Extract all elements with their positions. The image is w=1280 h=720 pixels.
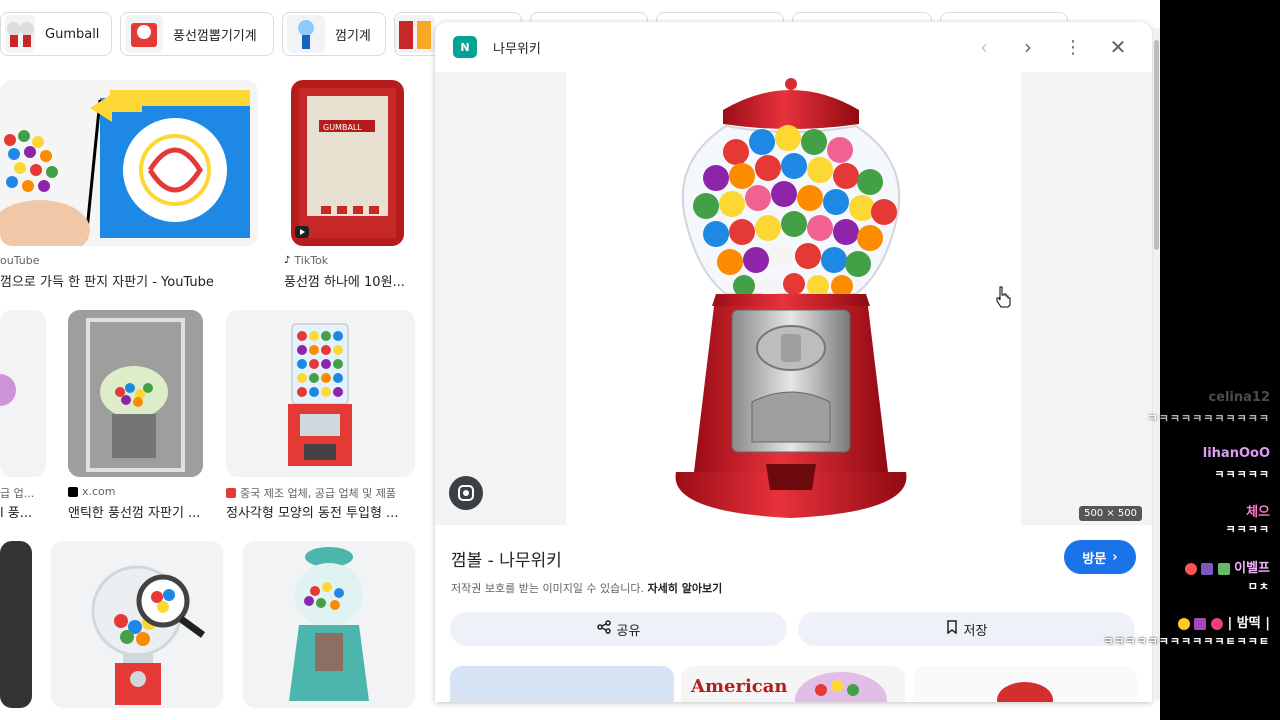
- bookmark-icon: [946, 620, 958, 638]
- result-image-tiktok-machine[interactable]: GUMBALL: [291, 80, 404, 246]
- scrollbar[interactable]: [1153, 28, 1160, 700]
- x-logo-icon: [68, 486, 78, 497]
- result-title[interactable]: l 풍...: [0, 502, 32, 521]
- result-image-cardboard-machine[interactable]: [0, 80, 258, 246]
- learn-more-link[interactable]: 자세히 알아보기: [648, 582, 723, 595]
- result-source: 급 업...: [0, 487, 35, 500]
- hand-pointer-cursor: [996, 286, 1011, 308]
- share-button[interactable]: 공유: [450, 612, 787, 646]
- chip-thumbnail: [395, 15, 435, 53]
- chat-message: ㅁㅊ: [1247, 580, 1270, 593]
- chip-label: 풍선껌뽑기기계: [173, 28, 257, 44]
- svg-text:GUMBALL: GUMBALL: [323, 123, 362, 132]
- result-source: ouTube: [0, 254, 40, 267]
- chat-message: ㅋㅋㅋㅋㅋㅋㅋㅋㅋㅋㅋ: [1147, 412, 1270, 425]
- chat-message: ㅋㅋㅋㅋㅋㅋㅋㅋㅋㅋㅋㅌㅋㅋㅌ: [1103, 635, 1270, 648]
- result-image-teal-machine[interactable]: [243, 541, 415, 708]
- chat-badge-icon: [1211, 617, 1223, 630]
- chat-badge-icon: [1217, 562, 1230, 575]
- result-source: x.com: [68, 485, 116, 498]
- result-title[interactable]: 껌으로 가득 한 판지 자판기 - YouTube: [0, 271, 214, 290]
- viewer-image-title[interactable]: 껌볼 - 나무위키: [451, 546, 562, 571]
- share-icon: [596, 620, 611, 638]
- chat-badge-icon: [1184, 562, 1197, 575]
- result-title[interactable]: 정사각형 모양의 동전 투입형 ...: [226, 502, 398, 521]
- chat-username: | 밤떡 |: [1177, 612, 1270, 631]
- tiktok-icon: ♪: [284, 255, 291, 266]
- chat-username: lihanOoO: [1202, 446, 1270, 461]
- chevron-right-icon: ›: [1112, 549, 1118, 565]
- visit-button[interactable]: 방문 ›: [1064, 540, 1136, 574]
- image-search-page: Gumball 풍선껌뽑기기계 껌기계 ouTube 껌으로 가득 한 판지 자…: [0, 0, 1160, 720]
- more-options-icon[interactable]: ⋮: [1060, 34, 1086, 60]
- chip-gum-machine[interactable]: 껌기계: [282, 12, 386, 56]
- next-icon[interactable]: ›: [1015, 34, 1041, 60]
- viewer-image-area: 500 × 500: [435, 72, 1152, 525]
- chip-balloon-gum-machine[interactable]: 풍선껌뽑기기계: [120, 12, 274, 56]
- result-image-partial-dark[interactable]: [0, 541, 32, 708]
- chat-message: ㅋㅋㅋㅋㅋ: [1214, 468, 1270, 481]
- image-dimensions-badge: 500 × 500: [1079, 506, 1142, 521]
- image-viewer-panel: N 나무위키 ‹ › ⋮ ✕ 500 × 500 껌볼 - 나무위키 방문 › …: [435, 22, 1152, 702]
- related-image-2[interactable]: American: [681, 666, 905, 702]
- chat-username: 이벨프: [1184, 557, 1270, 576]
- chat-badge-icon: [1201, 562, 1214, 575]
- result-source: ♪ TikTok: [284, 254, 329, 267]
- chat-username: 체으: [1246, 505, 1270, 520]
- save-button[interactable]: 저장: [798, 612, 1135, 646]
- result-source: …: [51, 713, 62, 720]
- scrollbar-thumb[interactable]: [1154, 40, 1159, 250]
- result-image-square-coin-machine[interactable]: [226, 310, 415, 477]
- copyright-text: 저작권 보호를 받는 이미지일 수 있습니다.: [451, 582, 645, 595]
- related-image-1[interactable]: [450, 666, 674, 702]
- chat-username-text: 이벨프: [1234, 561, 1270, 576]
- chat-badge-icon: [1194, 617, 1207, 630]
- chip-label: 껌기계: [335, 28, 371, 44]
- result-image-partial[interactable]: [0, 310, 46, 477]
- result-title[interactable]: 앤틱한 풍선껌 자판기 ...: [68, 502, 200, 521]
- gumball-machine-image[interactable]: [566, 72, 1021, 525]
- close-icon[interactable]: ✕: [1105, 34, 1131, 60]
- viewer-site-name[interactable]: 나무위키: [493, 38, 541, 57]
- copyright-note: 저작권 보호를 받는 이미지일 수 있습니다. 자세히 알아보기: [451, 580, 722, 596]
- chat-badge-icon: [1177, 617, 1190, 630]
- chip-thumbnail: [287, 15, 325, 53]
- chip-thumbnail: [125, 15, 163, 53]
- chat-username: celina12: [1208, 390, 1270, 405]
- google-lens-icon[interactable]: [449, 476, 483, 510]
- save-label: 저장: [963, 623, 988, 639]
- related-image-3[interactable]: [913, 666, 1137, 702]
- result-source: 중국 제조 업체, 공급 업체 및 제품: [226, 485, 396, 501]
- chat-username-text: | 밤떡 |: [1227, 616, 1270, 631]
- visit-label: 방문: [1082, 551, 1107, 567]
- share-label: 공유: [616, 623, 641, 639]
- chat-message: ㅋㅋㅋㅋ: [1225, 523, 1270, 536]
- chip-gumball[interactable]: Gumball: [0, 12, 112, 56]
- result-title[interactable]: 풍선껌 하나에 10원...: [284, 271, 405, 290]
- made-in-china-icon: [226, 488, 236, 498]
- result-image-antique-machine[interactable]: [68, 310, 203, 477]
- result-image-magnifier-machine[interactable]: [51, 541, 223, 708]
- namuwiki-logo-icon: N: [453, 36, 477, 58]
- chip-label: Gumball: [45, 26, 100, 42]
- chip-thumbnail: [5, 15, 35, 53]
- previous-icon[interactable]: ‹: [971, 34, 997, 60]
